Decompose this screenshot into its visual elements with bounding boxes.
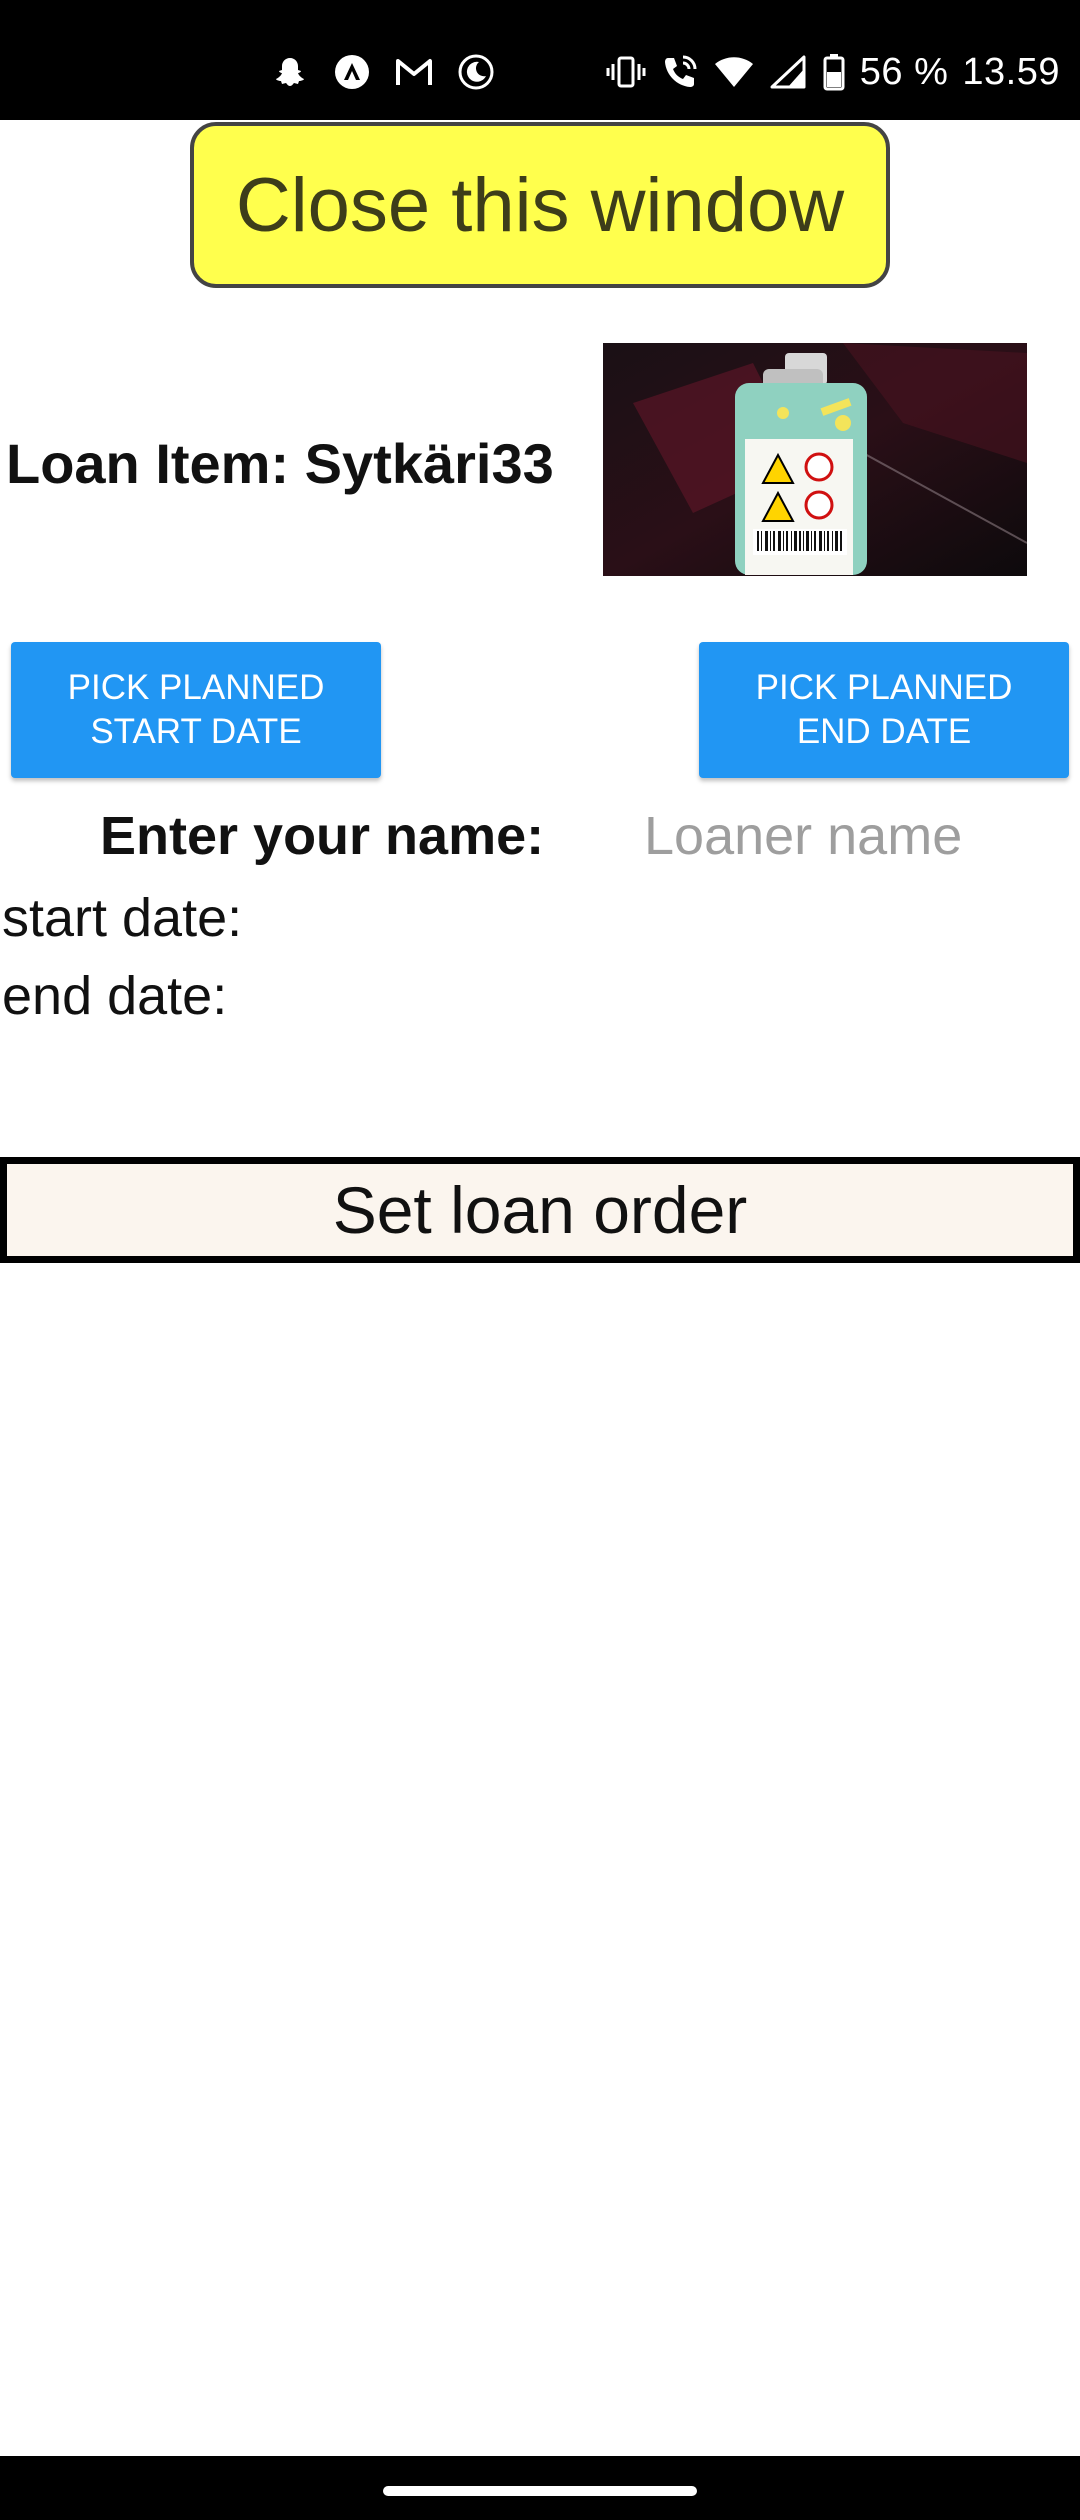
home-indicator[interactable] bbox=[383, 2486, 697, 2496]
wifi-icon bbox=[714, 52, 754, 92]
lighter-photo bbox=[603, 343, 1027, 576]
snapchat-icon bbox=[270, 52, 310, 92]
arrow-up-circle-icon bbox=[332, 52, 372, 92]
close-window-button[interactable]: Close this window bbox=[190, 122, 890, 288]
set-loan-order-button[interactable]: Set loan order bbox=[0, 1157, 1080, 1263]
signal-icon bbox=[768, 52, 808, 92]
wifi-call-icon bbox=[660, 52, 700, 92]
navigation-bar bbox=[0, 2456, 1080, 2520]
loan-item-title: Loan Item: Sytkäri33 bbox=[6, 431, 554, 495]
start-date-label: start date: bbox=[2, 888, 243, 948]
gmail-icon bbox=[394, 52, 434, 92]
moon-icon bbox=[456, 52, 496, 92]
clock: 13.59 bbox=[962, 50, 1060, 93]
pick-start-date-label: PICK PLANNED START DATE bbox=[67, 668, 325, 751]
end-date-label: end date: bbox=[2, 966, 228, 1026]
pick-end-date-button[interactable]: PICK PLANNED END DATE bbox=[699, 642, 1069, 778]
status-bar: 56 % 13.59 bbox=[0, 0, 1080, 120]
screen: 56 % 13.59 Close this window Loan Item: … bbox=[0, 0, 1080, 2520]
name-label: Enter your name: bbox=[100, 806, 545, 866]
pick-start-date-button[interactable]: PICK PLANNED START DATE bbox=[11, 642, 381, 778]
loaner-name-input[interactable] bbox=[640, 798, 1060, 874]
vibrate-icon bbox=[606, 52, 646, 92]
pick-end-date-label: PICK PLANNED END DATE bbox=[755, 668, 1013, 751]
battery-percent: 56 % bbox=[859, 50, 949, 93]
notification-icons bbox=[270, 48, 496, 96]
system-status: 56 % 13.59 bbox=[606, 48, 1060, 96]
battery-icon bbox=[822, 52, 846, 92]
